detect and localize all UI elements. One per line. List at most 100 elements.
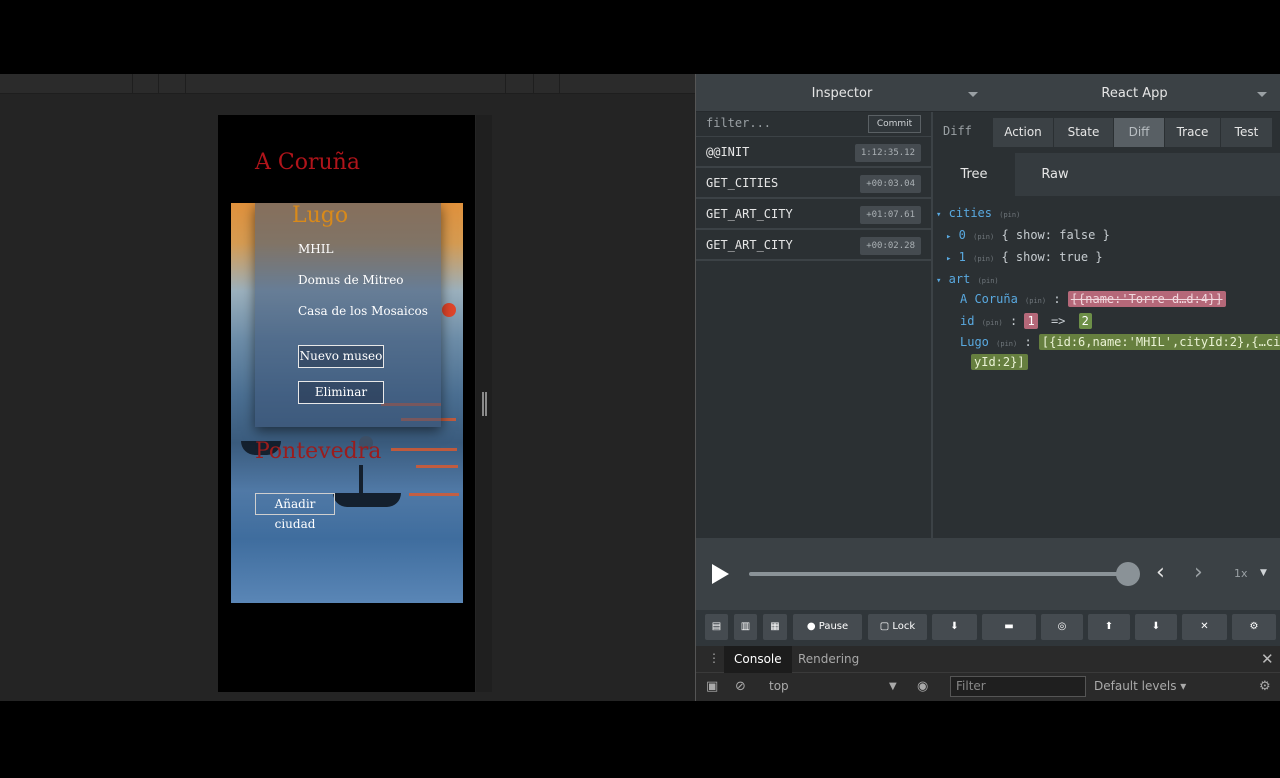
console-drawer-header: ⋮ Console Rendering ✕ xyxy=(696,646,1280,673)
tree-node-art-lugo[interactable]: Lugo (pin) : [{id:6,name:'MHIL',cityId:2… xyxy=(960,334,1280,350)
expand-arrow-icon: ▸ xyxy=(946,232,952,242)
dispatcher-icon[interactable]: ✕ xyxy=(1182,614,1227,640)
chevron-right-icon[interactable]: › xyxy=(1194,560,1203,585)
clear-console-icon[interactable]: ⊘ xyxy=(735,679,746,694)
pause-icon: ● xyxy=(806,621,816,632)
tab-action[interactable]: Action xyxy=(993,118,1054,147)
pin-label[interactable]: (pin) xyxy=(999,211,1020,219)
tree-value: { show: false } xyxy=(1001,228,1110,242)
chevron-left-icon[interactable]: ‹ xyxy=(1156,560,1165,585)
tree-key: 0 xyxy=(958,228,966,242)
toolbar-cell[interactable] xyxy=(534,74,560,94)
action-filter-row: filter... Commit xyxy=(696,112,931,137)
instance-select[interactable]: React App xyxy=(988,74,1280,112)
action-filter-input[interactable]: filter... xyxy=(706,116,771,130)
tab-state[interactable]: State xyxy=(1054,118,1114,147)
paint-streak xyxy=(391,448,457,451)
action-row[interactable]: @@INIT 1:12:35.12 xyxy=(696,137,931,168)
lock-button[interactable]: ▢ Lock xyxy=(868,614,927,640)
museum-item[interactable]: Domus de Mitreo xyxy=(298,273,404,287)
toolbar-cell[interactable] xyxy=(0,74,133,94)
subtab-raw[interactable]: Raw xyxy=(1015,153,1095,196)
toolbar-cell[interactable] xyxy=(159,74,186,94)
pin-label[interactable]: (pin) xyxy=(978,277,999,285)
slider-track[interactable] xyxy=(749,572,1129,576)
tree-node-cities[interactable]: ▾ cities (pin) xyxy=(936,206,1020,220)
gear-icon[interactable]: ⚙ xyxy=(1259,679,1271,694)
pin-label[interactable]: (pin) xyxy=(973,233,994,241)
resize-handle[interactable] xyxy=(482,392,487,416)
pin-label[interactable]: (pin) xyxy=(996,340,1017,348)
city-title-pontevedra[interactable]: Pontevedra xyxy=(255,439,381,464)
action-row[interactable]: GET_CITIES +00:03.04 xyxy=(696,168,931,199)
tree-node-art[interactable]: ▾ art (pin) xyxy=(936,272,999,286)
keyboard-icon[interactable]: ▬ xyxy=(982,614,1036,640)
new-museum-button[interactable]: Nuevo museo xyxy=(298,345,384,368)
lock-icon: ▢ xyxy=(879,621,890,632)
eye-icon[interactable]: ◉ xyxy=(917,679,928,694)
delete-button[interactable]: Eliminar xyxy=(298,381,384,404)
close-icon[interactable]: ✕ xyxy=(1261,650,1274,668)
background-painting: Lugo MHIL Domus de Mitreo Casa de los Mo… xyxy=(231,203,463,603)
upload-icon[interactable]: ⬆ xyxy=(1088,614,1130,640)
old-value: 1 xyxy=(1024,313,1038,329)
tab-console[interactable]: Console xyxy=(724,646,792,673)
remote-icon[interactable]: ◎ xyxy=(1041,614,1083,640)
log-levels-select[interactable]: Default levels ▾ xyxy=(1094,679,1186,693)
deleted-value: [{name:'Torre d…d:4}] xyxy=(1067,291,1226,307)
sun-shape xyxy=(442,303,456,317)
viewport-area: A Coruña Lugo MHIL Domus de Mitreo Casa … xyxy=(0,74,695,701)
tree-node-city-1[interactable]: ▸ 1 (pin) { show: true } xyxy=(946,250,1103,264)
sidebar-toggle-icon[interactable]: ▣ xyxy=(706,679,718,694)
action-time: +00:02.28 xyxy=(860,237,921,255)
more-vert-icon[interactable]: ⋮ xyxy=(708,651,720,665)
toolbar-cell[interactable] xyxy=(506,74,534,94)
layout-left-icon[interactable]: ▤ xyxy=(705,614,728,640)
tab-test[interactable]: Test xyxy=(1221,118,1273,147)
device-frame: A Coruña Lugo MHIL Domus de Mitreo Casa … xyxy=(218,115,475,692)
context-select[interactable]: top xyxy=(769,679,789,693)
city-title-coruna[interactable]: A Coruña xyxy=(255,150,360,175)
tree-key: A Coruña xyxy=(960,292,1018,306)
pause-button[interactable]: ● Pause xyxy=(793,614,862,640)
monitor-select[interactable]: Inspector xyxy=(696,74,988,112)
toolbar-cell[interactable] xyxy=(133,74,159,94)
toolbar-cell[interactable] xyxy=(186,74,506,94)
action-name: GET_ART_CITY xyxy=(706,207,793,221)
tree-node-art-id[interactable]: id (pin) : 1 => 2 xyxy=(960,313,1092,329)
layout-bottom-icon[interactable]: ▦ xyxy=(763,614,787,640)
tab-diff[interactable]: Diff xyxy=(1114,118,1165,147)
instance-select-label: React App xyxy=(1101,86,1168,101)
screen: A Coruña Lugo MHIL Domus de Mitreo Casa … xyxy=(0,0,1280,778)
added-value: yId:2}] xyxy=(971,354,1028,370)
pin-label[interactable]: (pin) xyxy=(982,319,1003,327)
persist-icon[interactable]: ⬇ xyxy=(932,614,977,640)
speed-select[interactable]: 1x ▼ xyxy=(1224,560,1277,587)
chevron-down-icon[interactable]: ▼ xyxy=(889,681,897,692)
tab-trace[interactable]: Trace xyxy=(1165,118,1221,147)
tree-node-city-0[interactable]: ▸ 0 (pin) { show: false } xyxy=(946,228,1110,242)
action-row[interactable]: GET_ART_CITY +00:02.28 xyxy=(696,230,931,261)
museum-item[interactable]: Casa de los Mosaicos xyxy=(298,304,428,318)
action-name: @@INIT xyxy=(706,145,750,159)
layout-right-icon[interactable]: ▥ xyxy=(734,614,757,640)
action-name: GET_CITIES xyxy=(706,176,779,190)
pin-label[interactable]: (pin) xyxy=(1025,297,1046,305)
subtab-tree[interactable]: Tree xyxy=(933,153,1015,196)
museum-item[interactable]: MHIL xyxy=(298,242,333,256)
tree-node-art-coruna[interactable]: A Coruña (pin) : [{name:'Torre d…d:4}] xyxy=(960,291,1226,307)
pin-label[interactable]: (pin) xyxy=(973,255,994,263)
change-arrow: => xyxy=(1050,314,1066,328)
devtools-button-bar: ▤ ▥ ▦ ● Pause ▢ Lock ⬇ ▬ ◎ ⬆ ⬇ ✕ ⚙ xyxy=(696,610,1280,646)
commit-button[interactable]: Commit xyxy=(868,115,921,133)
city-title-lugo[interactable]: Lugo xyxy=(292,203,348,228)
play-icon[interactable] xyxy=(712,564,729,584)
download-icon[interactable]: ⬇ xyxy=(1135,614,1177,640)
chevron-down-icon xyxy=(968,92,978,97)
gear-icon[interactable]: ⚙ xyxy=(1232,614,1276,640)
console-filter-input[interactable]: Filter xyxy=(950,676,1086,697)
tab-rendering[interactable]: Rendering xyxy=(788,646,869,673)
add-city-button[interactable]: Añadir ciudad xyxy=(255,493,335,531)
slider-thumb[interactable] xyxy=(1116,562,1140,586)
action-row[interactable]: GET_ART_CITY +01:07.61 xyxy=(696,199,931,230)
